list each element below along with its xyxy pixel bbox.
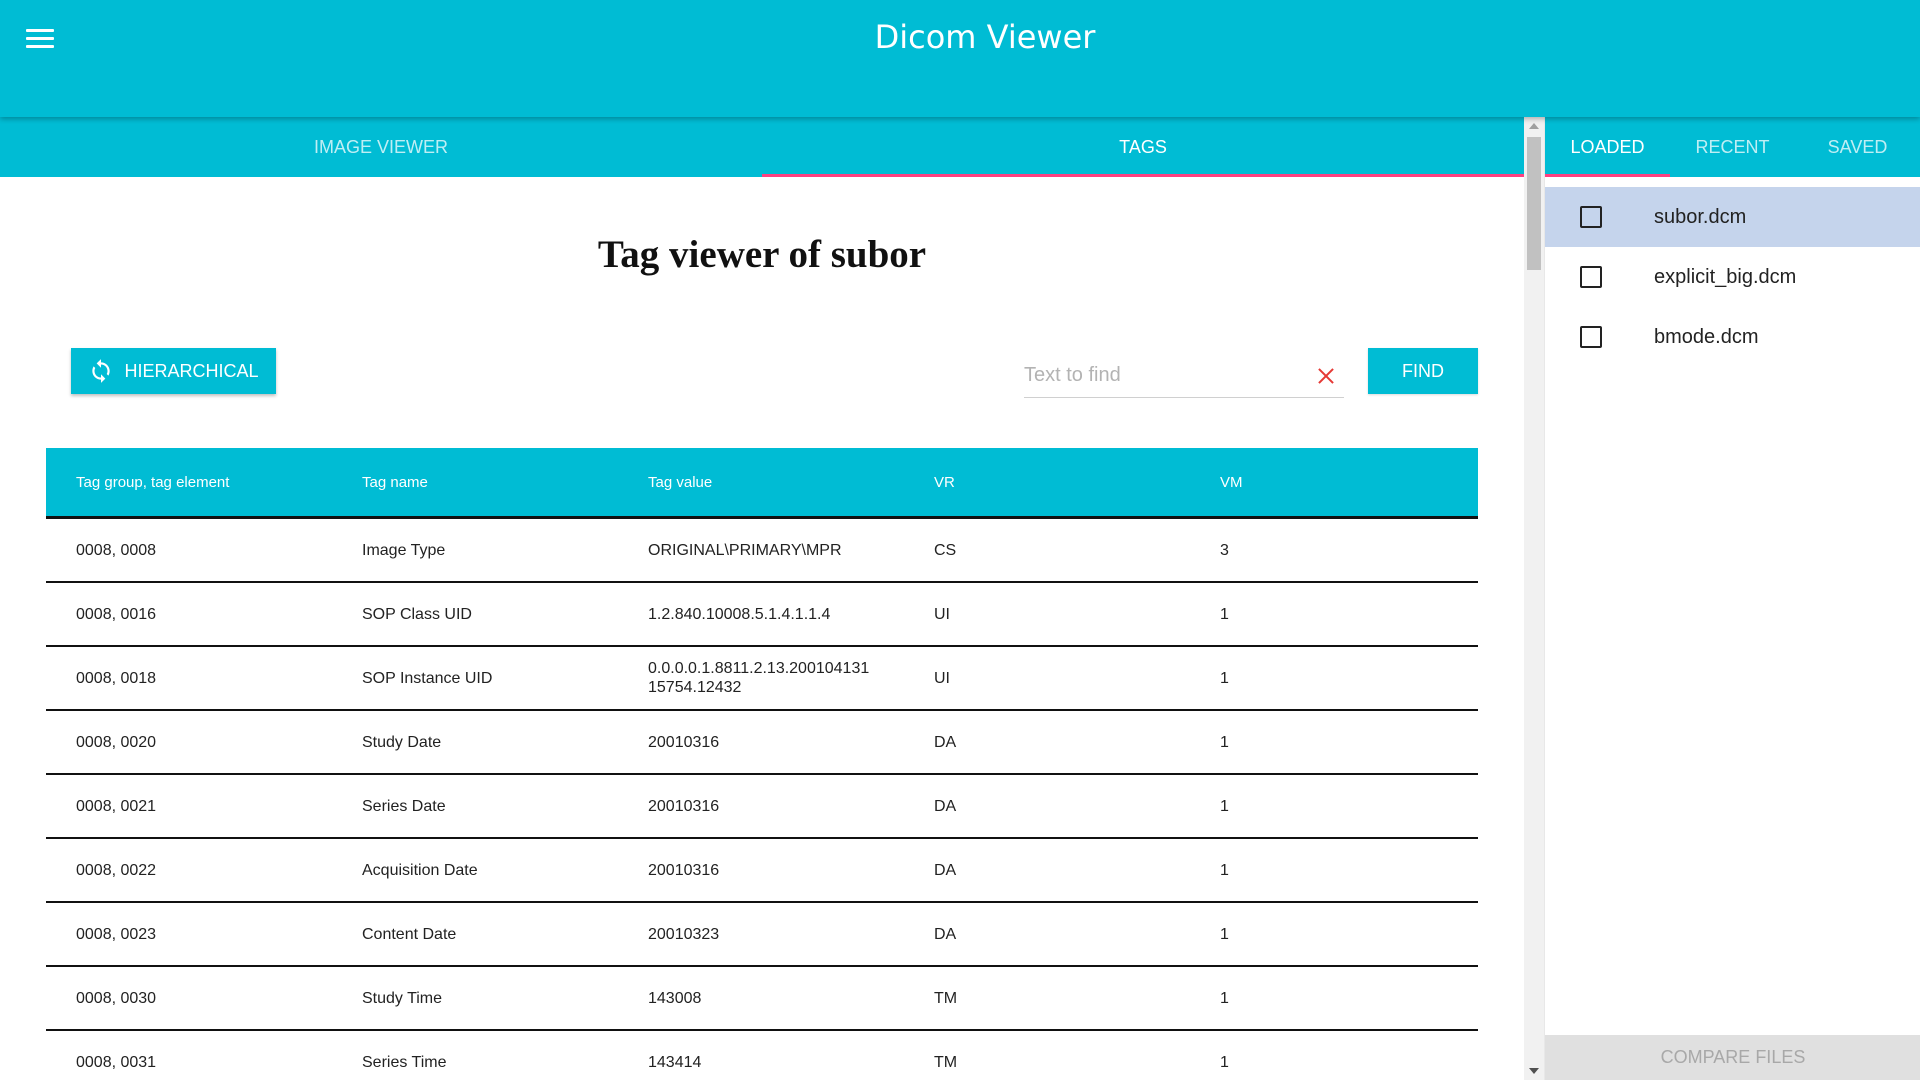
file-checkbox[interactable] xyxy=(1580,266,1602,288)
cell-tag-group: 0008, 0031 xyxy=(76,1053,157,1071)
file-name: subor.dcm xyxy=(1654,205,1747,228)
table-row[interactable]: 0008, 0022 Acquisition Date 20010316 DA 1 xyxy=(46,839,1478,903)
file-checkbox[interactable] xyxy=(1580,206,1602,228)
tags-content: Tag viewer of subor HIERARCHICAL FIND Ta… xyxy=(0,177,1524,1080)
app-header: Dicom Viewer xyxy=(0,0,1920,117)
header-tag-value[interactable]: Tag value xyxy=(618,474,904,491)
cell-tag-value: 20010316 xyxy=(648,797,720,815)
cell-vr: DA xyxy=(934,925,957,943)
cell-tag-group: 0008, 0016 xyxy=(76,605,157,623)
vertical-scrollbar[interactable] xyxy=(1524,117,1544,1080)
header-tag-group[interactable]: Tag group, tag element xyxy=(46,474,332,491)
cell-tag-value: ORIGINAL\PRIMARY\MPR xyxy=(648,541,842,559)
search-field xyxy=(1024,353,1344,398)
cell-vm: 1 xyxy=(1220,989,1229,1007)
cell-tag-group: 0008, 0018 xyxy=(76,669,157,687)
file-checkbox[interactable] xyxy=(1580,326,1602,348)
cell-tag-group: 0008, 0023 xyxy=(76,925,157,943)
page-title: Tag viewer of subor xyxy=(597,233,927,276)
header-tag-name[interactable]: Tag name xyxy=(332,474,618,491)
cell-tag-name: Study Date xyxy=(362,733,442,751)
cell-tag-value: 143414 xyxy=(648,1053,702,1071)
file-list-item[interactable]: subor.dcm xyxy=(1545,187,1920,247)
compare-files-button[interactable]: COMPARE FILES xyxy=(1545,1035,1920,1080)
scroll-down-arrow-icon[interactable] xyxy=(1529,1068,1539,1074)
file-list-item[interactable]: explicit_big.dcm xyxy=(1545,247,1920,307)
cell-vm: 1 xyxy=(1220,861,1229,879)
cell-tag-name: Study Time xyxy=(362,989,443,1007)
cell-vm: 1 xyxy=(1220,733,1229,751)
table-row[interactable]: 0008, 0021 Series Date 20010316 DA 1 xyxy=(46,775,1478,839)
cell-tag-name: Acquisition Date xyxy=(362,861,478,879)
tab-recent[interactable]: RECENT xyxy=(1670,117,1795,177)
cell-tag-group: 0008, 0021 xyxy=(76,797,157,815)
table-row[interactable]: 0008, 0016 SOP Class UID 1.2.840.10008.5.1… xyxy=(46,583,1478,647)
table-row[interactable]: 0008, 0030 Study Time 143008 TM 1 xyxy=(46,967,1478,1031)
cell-vr: DA xyxy=(934,733,957,751)
files-tabs: LOADED RECENT SAVED xyxy=(1545,117,1920,177)
cell-vr: DA xyxy=(934,797,957,815)
cell-tag-group: 0008, 0008 xyxy=(76,541,157,559)
file-name: explicit_big.dcm xyxy=(1654,265,1797,288)
cell-tag-name: SOP Instance UID xyxy=(362,669,493,687)
file-name: bmode.dcm xyxy=(1654,325,1759,348)
cell-tag-group: 0008, 0022 xyxy=(76,861,157,879)
table-body: 0008, 0008 Image Type ORIGINAL\PRIMARY\MPR… xyxy=(46,519,1478,1080)
tab-loaded[interactable]: LOADED xyxy=(1545,117,1670,177)
main-tabs: IMAGE VIEWER TAGS xyxy=(0,117,1524,177)
scroll-up-arrow-icon[interactable] xyxy=(1529,123,1539,129)
tab-image-viewer[interactable]: IMAGE VIEWER xyxy=(0,117,762,177)
files-panel: LOADED RECENT SAVED subor.dcm explicit_bi… xyxy=(1544,117,1920,1080)
cell-vm: 1 xyxy=(1220,605,1229,623)
close-x-icon[interactable] xyxy=(1316,366,1336,386)
app-title: Dicom Viewer xyxy=(874,18,1096,56)
cell-tag-value: 20010316 xyxy=(648,861,720,879)
cell-vm: 1 xyxy=(1220,669,1229,687)
table-row[interactable]: 0008, 0018 SOP Instance UID 0.0.0.0.1.8811… xyxy=(46,647,1478,711)
file-list-item[interactable]: bmode.dcm xyxy=(1545,307,1920,367)
cell-tag-group: 0008, 0030 xyxy=(76,989,157,1007)
find-button[interactable]: FIND xyxy=(1368,348,1478,394)
cell-tag-value: 20010316 xyxy=(648,733,720,751)
cell-vm: 1 xyxy=(1220,925,1229,943)
cell-vr: UI xyxy=(934,669,950,687)
tab-tags[interactable]: TAGS xyxy=(762,117,1524,177)
sync-arrows-icon xyxy=(92,359,111,383)
cell-tag-name: Content Date xyxy=(362,925,457,943)
cell-vr: CS xyxy=(934,541,957,559)
cell-tag-value: 143008 xyxy=(648,989,702,1007)
table-row[interactable]: 0008, 0008 Image Type ORIGINAL\PRIMARY\MPR… xyxy=(46,519,1478,583)
file-list: subor.dcm explicit_big.dcm bmode.dcm xyxy=(1545,187,1920,367)
cell-tag-value: 20010323 xyxy=(648,925,720,943)
cell-tag-name: SOP Class UID xyxy=(362,605,472,623)
cell-tag-name: Image Type xyxy=(362,541,446,559)
cell-tag-value: 1.2.840.10008.5.1.4.1.1.4 xyxy=(648,605,831,623)
tags-table: Tag group, tag element Tag name Tag valu… xyxy=(46,448,1478,1080)
table-row[interactable]: 0008, 0031 Series Time 143414 TM 1 xyxy=(46,1031,1478,1080)
cell-tag-name: Series Time xyxy=(362,1053,447,1071)
cell-tag-name: Series Date xyxy=(362,797,446,815)
cell-tag-group: 0008, 0020 xyxy=(76,733,157,751)
table-row[interactable]: 0008, 0023 Content Date 20010323 DA 1 xyxy=(46,903,1478,967)
search-input[interactable] xyxy=(1024,353,1304,397)
tab-saved[interactable]: SAVED xyxy=(1795,117,1920,177)
cell-vm: 1 xyxy=(1220,797,1229,815)
table-row[interactable]: 0008, 0020 Study Date 20010316 DA 1 xyxy=(46,711,1478,775)
cell-vr: DA xyxy=(934,861,957,879)
cell-vm: 3 xyxy=(1220,541,1229,559)
cell-tag-value: 0.0.0.0.1.8811.2.13.200104131 15754.1243… xyxy=(648,660,870,696)
cell-vm: 1 xyxy=(1220,1053,1229,1071)
cell-vr: UI xyxy=(934,605,950,623)
header-vm[interactable]: VM xyxy=(1190,474,1478,491)
cell-vr: TM xyxy=(934,1053,958,1071)
cell-vr: TM xyxy=(934,989,958,1007)
hierarchical-button-label: HIERARCHICAL xyxy=(124,360,259,381)
hierarchical-button[interactable]: HIERARCHICAL xyxy=(71,348,276,394)
scrollbar-thumb[interactable] xyxy=(1527,137,1541,270)
header-vr[interactable]: VR xyxy=(904,474,1190,491)
table-header: Tag group, tag element Tag name Tag valu… xyxy=(46,448,1478,519)
